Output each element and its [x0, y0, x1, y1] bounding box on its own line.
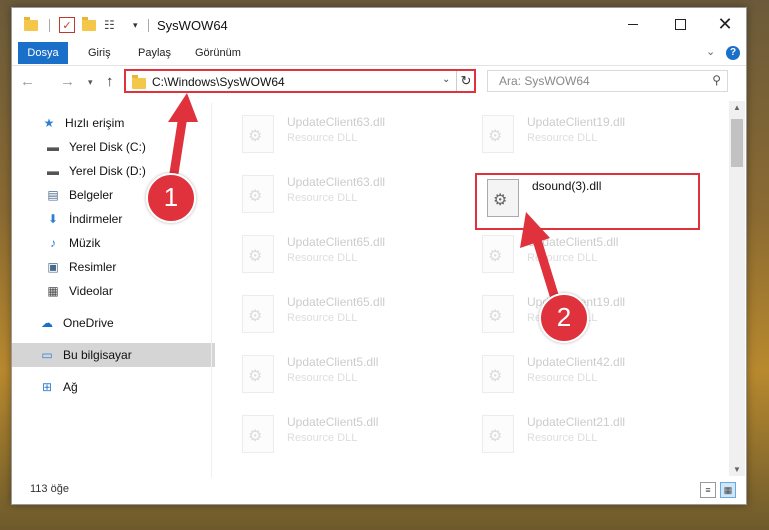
callout-badge-2: 2	[539, 293, 589, 343]
callout-badge-1: 1	[146, 173, 196, 223]
arrow-2	[520, 212, 563, 313]
callout-arrows	[167, 93, 563, 313]
